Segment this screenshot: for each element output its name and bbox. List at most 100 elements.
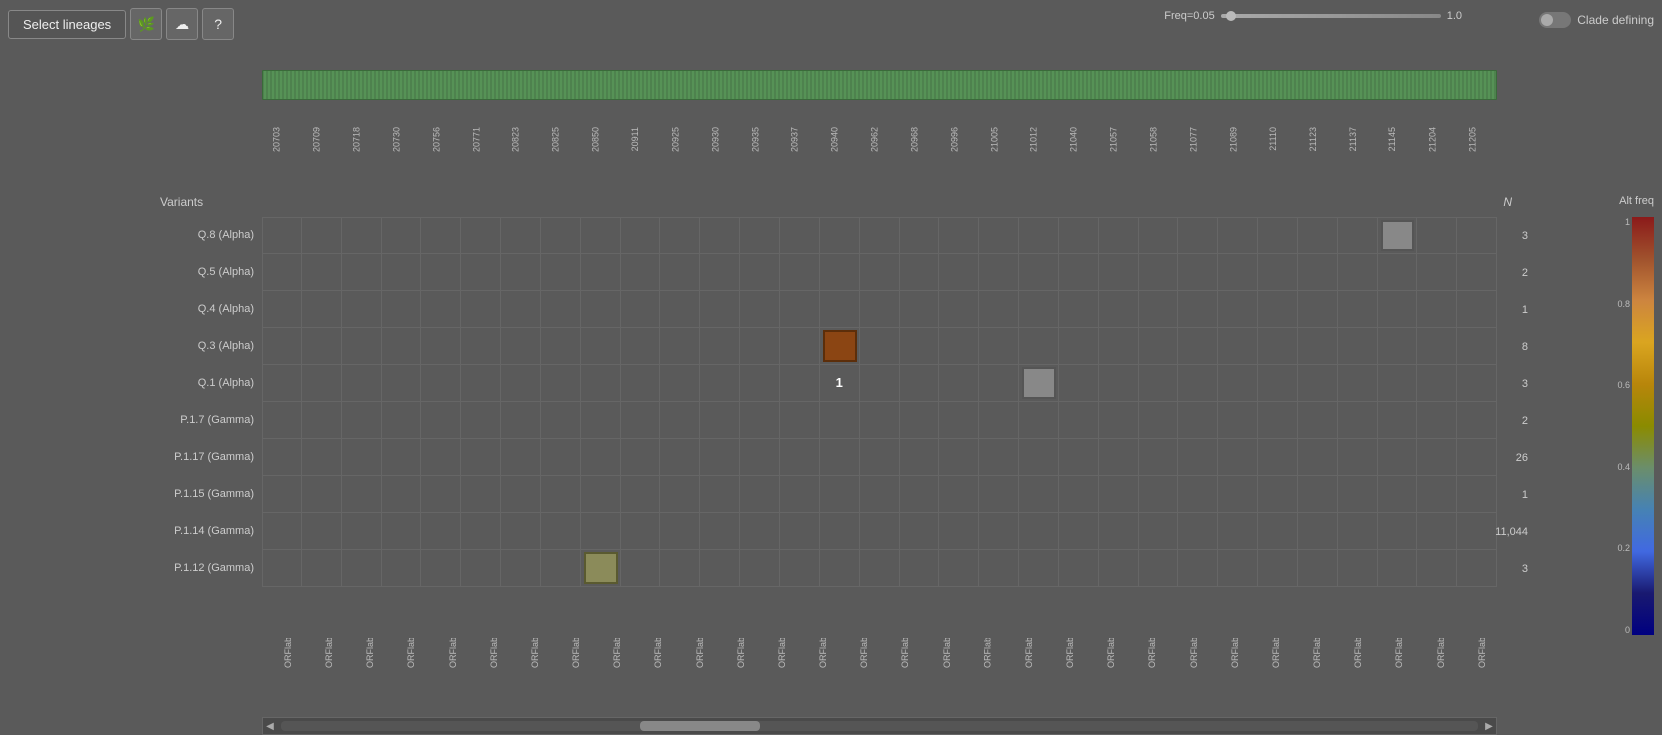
grid-cell[interactable] <box>900 254 940 290</box>
grid-cell[interactable] <box>1019 254 1059 290</box>
grid-cell[interactable] <box>342 291 382 327</box>
grid-cell[interactable] <box>1338 254 1378 290</box>
grid-cell[interactable] <box>700 402 740 438</box>
grid-cell[interactable] <box>939 513 979 549</box>
grid-cell[interactable] <box>581 254 621 290</box>
grid-cell[interactable] <box>581 402 621 438</box>
grid-cell[interactable] <box>660 328 700 364</box>
grid-cell[interactable] <box>979 365 1019 401</box>
grid-cell[interactable] <box>1139 402 1179 438</box>
grid-cell[interactable] <box>820 365 860 401</box>
grid-cell[interactable] <box>461 291 501 327</box>
select-lineages-button[interactable]: Select lineages <box>8 10 126 39</box>
grid-cell[interactable] <box>461 365 501 401</box>
grid-cell[interactable] <box>621 254 661 290</box>
grid-cell[interactable] <box>1258 513 1298 549</box>
grid-cell[interactable] <box>541 439 581 475</box>
grid-cell[interactable] <box>1099 513 1139 549</box>
grid-cell[interactable] <box>501 476 541 512</box>
help-icon-button[interactable]: ? <box>202 8 234 40</box>
grid-cell[interactable] <box>1059 328 1099 364</box>
grid-cell[interactable] <box>780 513 820 549</box>
grid-cell[interactable] <box>1218 365 1258 401</box>
scrollbar-area[interactable]: ◀ ▶ <box>262 717 1497 735</box>
grid-cell[interactable] <box>1338 513 1378 549</box>
grid-cell[interactable] <box>342 218 382 253</box>
grid-cell[interactable] <box>740 439 780 475</box>
grid-cell[interactable] <box>421 513 461 549</box>
grid-cell[interactable] <box>780 218 820 253</box>
grid-cell[interactable] <box>1417 328 1457 364</box>
grid-cell[interactable] <box>421 328 461 364</box>
grid-cell[interactable] <box>740 328 780 364</box>
grid-cell[interactable] <box>461 254 501 290</box>
grid-cell[interactable] <box>979 513 1019 549</box>
grid-cell[interactable] <box>1099 291 1139 327</box>
grid-cell[interactable] <box>1258 218 1298 253</box>
grid-cell[interactable] <box>780 291 820 327</box>
grid-cell[interactable] <box>780 550 820 586</box>
grid-cell[interactable] <box>660 513 700 549</box>
grid-cell[interactable] <box>461 550 501 586</box>
grid-cell[interactable] <box>1218 439 1258 475</box>
grid-cell[interactable] <box>900 328 940 364</box>
grid-cell[interactable] <box>979 328 1019 364</box>
grid-cell[interactable] <box>302 328 342 364</box>
scroll-right-arrow[interactable]: ▶ <box>1482 719 1496 733</box>
grid-cell[interactable] <box>820 218 860 253</box>
grid-cell[interactable] <box>1099 218 1139 253</box>
grid-cell[interactable] <box>1059 550 1099 586</box>
grid-cell[interactable] <box>1178 402 1218 438</box>
grid-cell[interactable] <box>501 513 541 549</box>
grid-cell[interactable] <box>382 291 422 327</box>
grid-cell[interactable] <box>939 328 979 364</box>
grid-cell[interactable] <box>1258 476 1298 512</box>
grid-cell[interactable] <box>860 550 900 586</box>
grid-cell[interactable] <box>1059 291 1099 327</box>
grid-cell[interactable] <box>382 439 422 475</box>
grid-cell[interactable] <box>860 476 900 512</box>
grid-cell[interactable] <box>262 291 302 327</box>
grid-cell[interactable] <box>1178 550 1218 586</box>
grid-cell[interactable] <box>621 365 661 401</box>
grid-cell[interactable] <box>939 254 979 290</box>
grid-cell[interactable] <box>660 476 700 512</box>
grid-cell[interactable] <box>581 550 621 586</box>
scrollbar-track[interactable] <box>281 721 1478 731</box>
grid-cell[interactable] <box>302 513 342 549</box>
grid-cell[interactable] <box>740 365 780 401</box>
grid-cell[interactable] <box>1338 291 1378 327</box>
grid-cell[interactable] <box>1258 328 1298 364</box>
grid-cell[interactable] <box>382 328 422 364</box>
grid-cell[interactable] <box>780 476 820 512</box>
grid-cell[interactable] <box>581 291 621 327</box>
grid-cell[interactable] <box>740 291 780 327</box>
grid-cell[interactable] <box>1338 328 1378 364</box>
grid-cell[interactable] <box>342 254 382 290</box>
grid-cell[interactable] <box>501 254 541 290</box>
grid-cell[interactable] <box>660 291 700 327</box>
grid-cell[interactable] <box>1298 328 1338 364</box>
grid-cell[interactable] <box>1019 365 1059 401</box>
grid-cell[interactable] <box>621 328 661 364</box>
grid-cell[interactable] <box>979 254 1019 290</box>
grid-cell[interactable] <box>1378 254 1418 290</box>
grid-cell[interactable] <box>1378 218 1418 253</box>
grid-cell[interactable] <box>1218 291 1258 327</box>
grid-cell[interactable] <box>780 254 820 290</box>
grid-cell[interactable] <box>1298 218 1338 253</box>
grid-cell[interactable] <box>621 291 661 327</box>
grid-cell[interactable] <box>541 365 581 401</box>
tree-icon-button[interactable]: 🌿 <box>130 8 162 40</box>
grid-cell[interactable] <box>621 476 661 512</box>
grid-cell[interactable] <box>302 402 342 438</box>
grid-cell[interactable] <box>1417 254 1457 290</box>
grid-cell[interactable] <box>1178 476 1218 512</box>
grid-cell[interactable] <box>1178 254 1218 290</box>
grid-cell[interactable] <box>342 550 382 586</box>
grid-cell[interactable] <box>461 218 501 253</box>
grid-cell[interactable] <box>581 476 621 512</box>
grid-cell[interactable] <box>1298 439 1338 475</box>
grid-cell[interactable] <box>342 513 382 549</box>
grid-cell[interactable] <box>541 402 581 438</box>
